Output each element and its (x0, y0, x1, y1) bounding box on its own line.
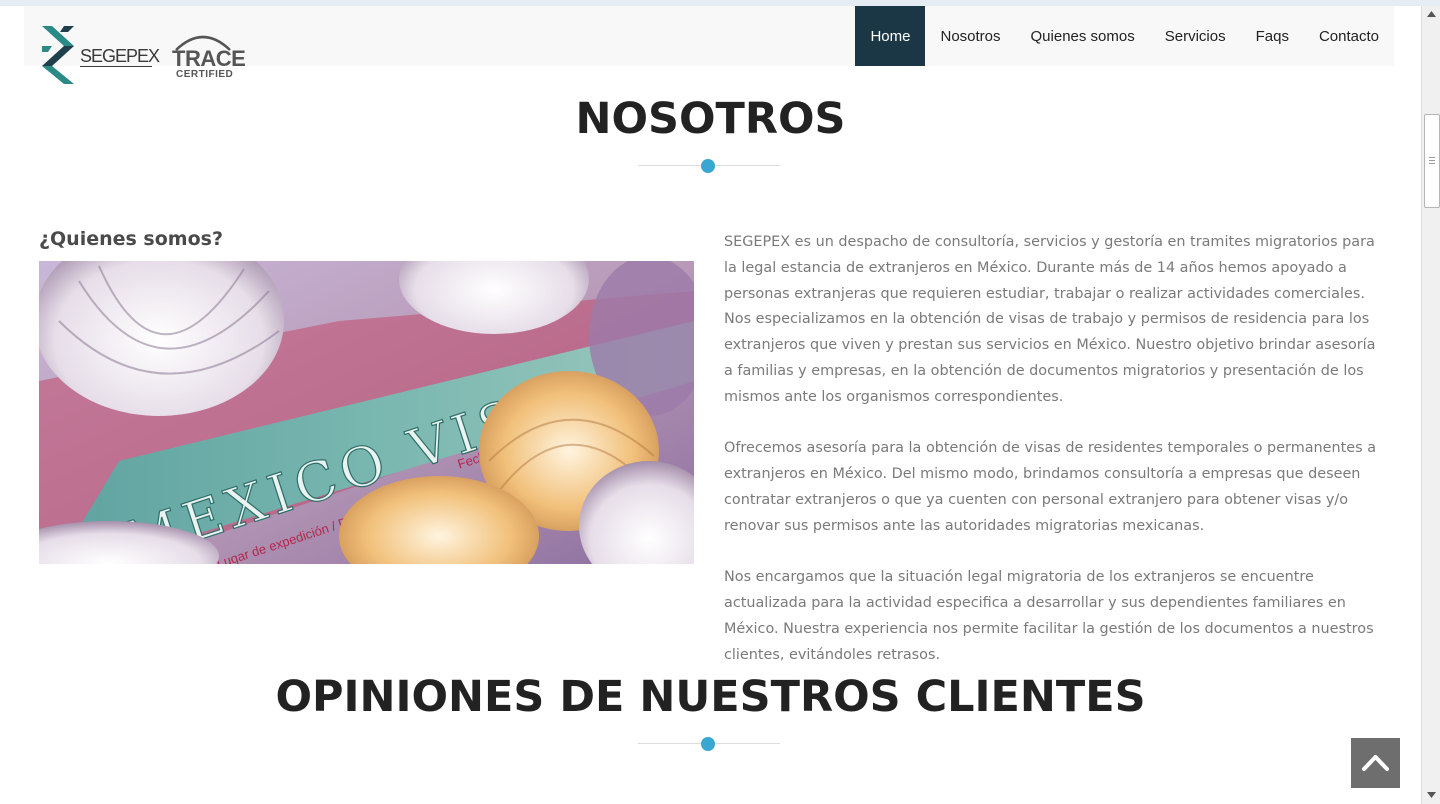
page: SEGEPEX TRACE CERTIFIED Home Nosotros Qu… (0, 6, 1421, 804)
vertical-scrollbar[interactable] (1421, 6, 1440, 804)
divider-dot-2 (701, 737, 715, 751)
nav-item-faqs[interactable]: Faqs (1241, 6, 1304, 66)
nav-item-contacto[interactable]: Contacto (1304, 6, 1394, 66)
chevron-up-icon (1362, 755, 1389, 771)
about-paragraph-1: SEGEPEX es un despacho de consultoría, s… (724, 234, 1376, 405)
nav-item-home[interactable]: Home (855, 6, 926, 66)
nav-item-quienes-somos[interactable]: Quienes somos (1016, 6, 1150, 66)
logo-underline (80, 66, 152, 67)
triangle-up-icon (1427, 11, 1436, 17)
about-paragraph-2: Ofrecemos asesoría para la obtención de … (724, 440, 1377, 534)
triangle-down-icon (1427, 792, 1436, 798)
title-divider-2 (638, 736, 780, 752)
divider-dot (701, 159, 715, 173)
about-text: SEGEPEX es un despacho de consultoría, s… (724, 230, 1384, 694)
section-title-opiniones: OPINIONES DE NUESTROS CLIENTES (275, 672, 1146, 722)
about-paragraph-3: Nos encargamos que la situación legal mi… (724, 569, 1374, 663)
back-to-top-button[interactable] (1351, 738, 1400, 788)
scroll-down-button[interactable] (1422, 787, 1440, 804)
trace-certified-badge: TRACE CERTIFIED (172, 28, 246, 84)
site-header: SEGEPEX TRACE CERTIFIED Home Nosotros Qu… (24, 6, 1394, 84)
about-subtitle: ¿Quienes somos? (39, 228, 223, 250)
trace-certified-text: CERTIFIED (176, 69, 234, 80)
mexico-visa-image: MEXICO VISA Lugar de expedición / Place … (39, 261, 694, 564)
nav-item-servicios[interactable]: Servicios (1150, 6, 1241, 66)
title-divider (638, 158, 780, 174)
nav-item-nosotros[interactable]: Nosotros (925, 6, 1015, 66)
segepex-logo-mark (42, 26, 74, 84)
scroll-up-button[interactable] (1422, 6, 1440, 23)
scrollbar-thumb[interactable] (1424, 114, 1440, 208)
logo-text: SEGEPEX (80, 46, 160, 66)
segepex-logo[interactable]: SEGEPEX (40, 24, 160, 86)
section-title-nosotros: NOSOTROS (575, 94, 846, 144)
main-nav: Home Nosotros Quienes somos Servicios Fa… (855, 6, 1394, 66)
